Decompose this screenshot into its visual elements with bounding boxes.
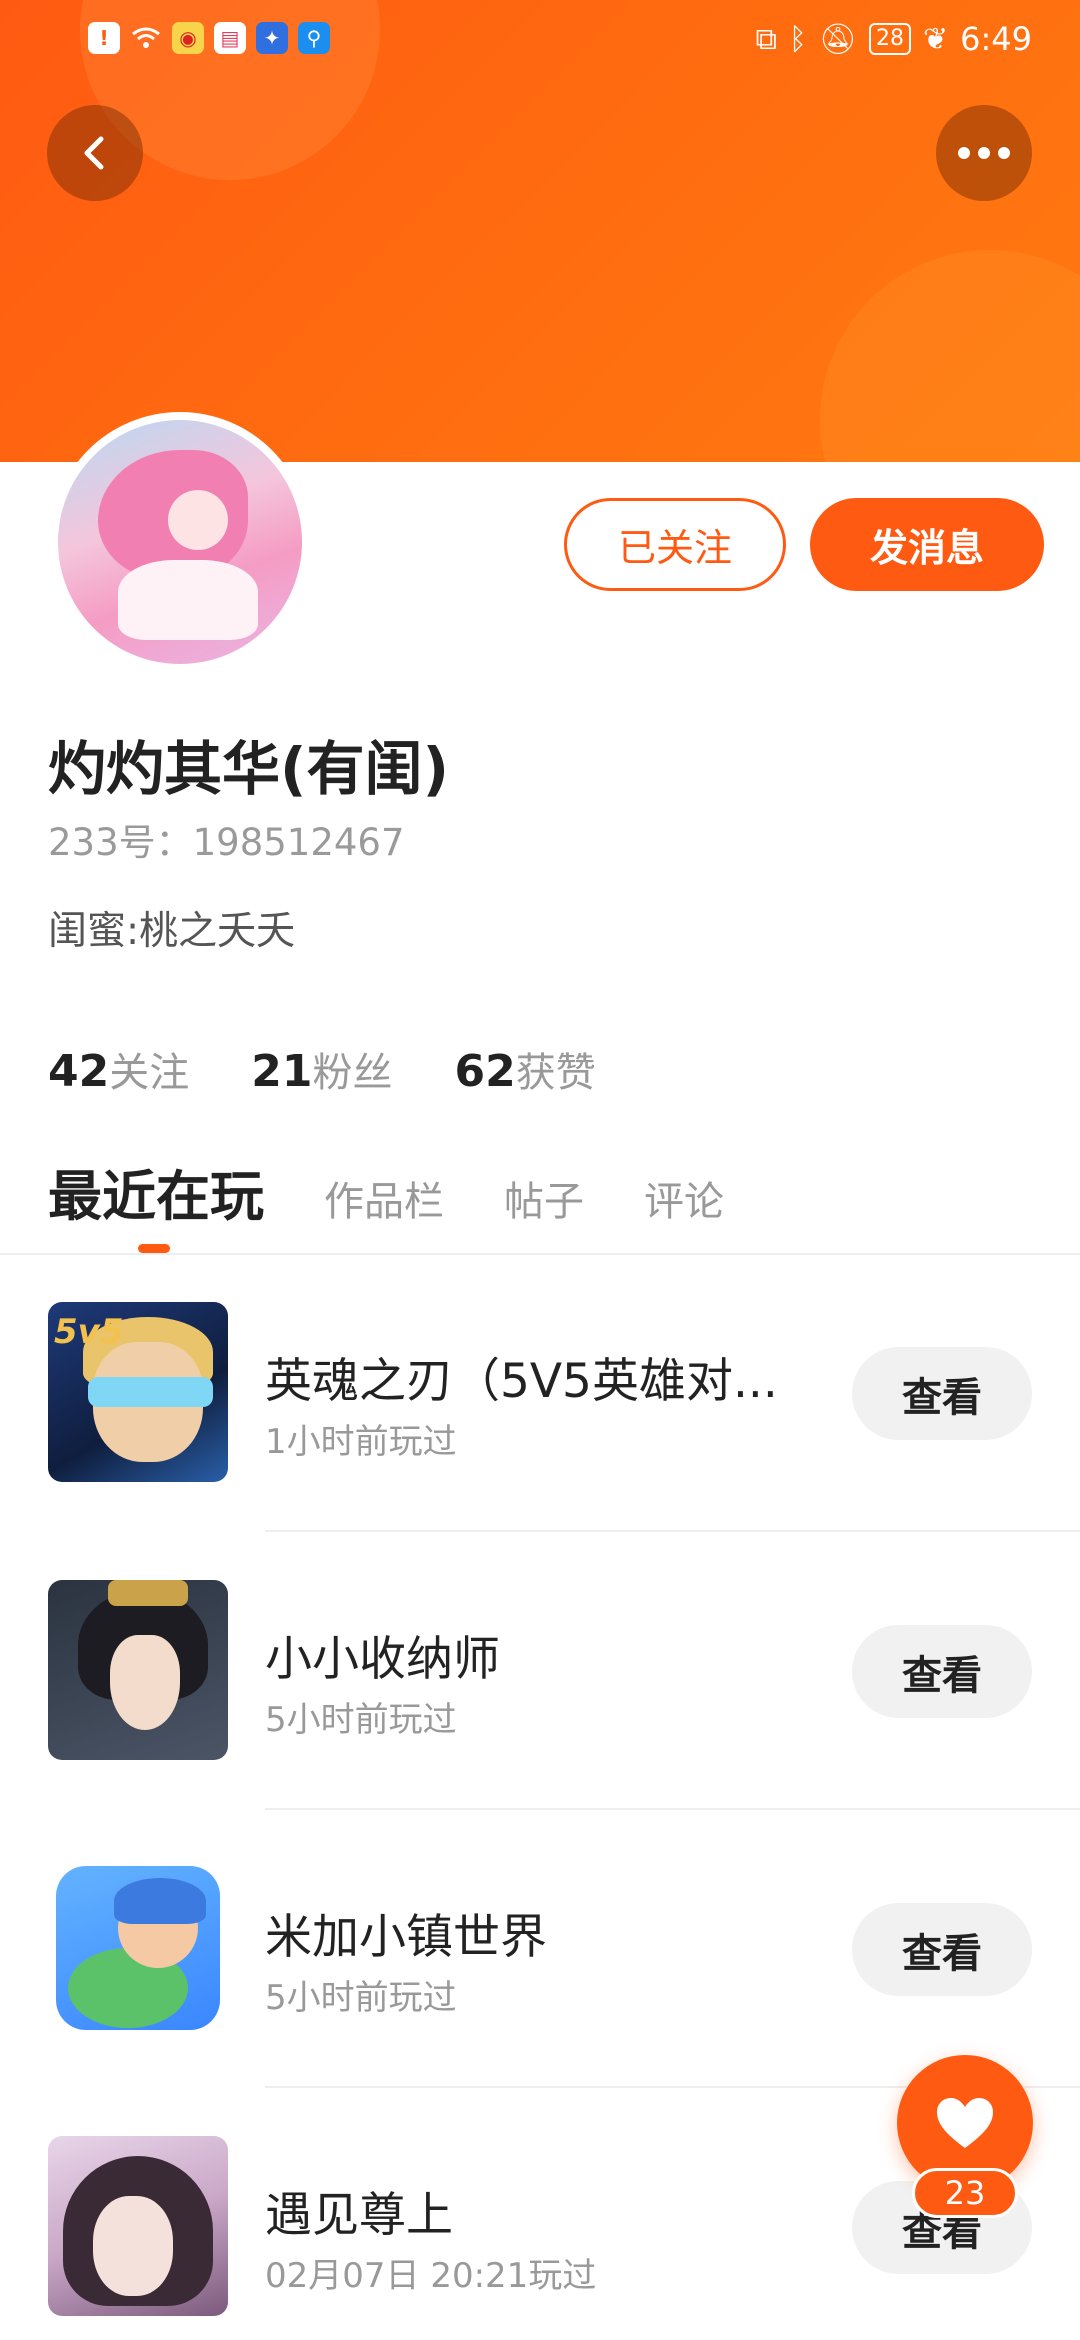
list-item[interactable]: 5v5 英魂之刃（5V5英雄对... 1小时前玩过 查看 <box>0 1302 1080 1582</box>
banner-decoration <box>820 250 1080 462</box>
game-played-time: 02月07日 20:21玩过 <box>265 2256 597 2296</box>
game-title: 遇见尊上 <box>265 2188 453 2243</box>
chevron-left-icon <box>84 136 104 170</box>
active-tab-indicator <box>138 1244 170 1253</box>
status-bar: ! ◉ ▤ ✦ ⚲ ⧉ ᛒ 🔕︎ 28 ❦ 6:49 <box>0 0 1080 84</box>
stat-label: 关注 <box>109 1050 190 1096</box>
alert-icon: ! <box>88 22 120 54</box>
user-id: 233号：198512467 <box>48 812 405 866</box>
stat-number: 62 <box>454 1046 516 1097</box>
view-button[interactable]: 查看 <box>852 1347 1032 1440</box>
game-played-time: 1小时前玩过 <box>265 1422 457 1462</box>
game-played-time: 5小时前玩过 <box>265 1700 457 1740</box>
stat-following[interactable]: 42关注 <box>48 1040 189 1098</box>
user-id-label: 233号： <box>48 821 193 864</box>
profile-tabs: 最近在玩 作品栏 帖子 评论 <box>48 1152 724 1231</box>
user-id-value: 198512467 <box>192 821 405 864</box>
book-icon: ▤ <box>214 22 246 54</box>
profile-stats: 42关注 21粉丝 62获赞 <box>48 1040 596 1098</box>
avatar-image <box>58 420 302 664</box>
stat-label: 获赞 <box>515 1050 596 1096</box>
view-button[interactable]: 查看 <box>852 1903 1032 1996</box>
game-icon-badge: 5v5 <box>54 1312 124 1352</box>
send-message-button[interactable]: 发消息 <box>810 498 1044 591</box>
more-button[interactable] <box>936 105 1032 201</box>
game-icon: 5v5 <box>48 1302 228 1482</box>
game-icon <box>48 1858 228 2038</box>
status-notification-icons: ! ◉ ▤ ✦ ⚲ <box>88 22 330 54</box>
game-icon <box>48 2136 228 2316</box>
leaf-icon: ❦ <box>923 21 949 57</box>
tab-works[interactable]: 作品栏 <box>324 1169 444 1227</box>
profile-page: ! ◉ ▤ ✦ ⚲ ⧉ ᛒ 🔕︎ 28 ❦ 6:49 已关注 发消息 灼灼其华(… <box>0 0 1080 2340</box>
stat-likes[interactable]: 62获赞 <box>454 1040 595 1098</box>
stat-number: 42 <box>48 1046 110 1097</box>
followed-button[interactable]: 已关注 <box>564 498 786 591</box>
stat-number: 21 <box>251 1046 313 1097</box>
bulb-icon: ✦ <box>256 22 288 54</box>
tab-comments[interactable]: 评论 <box>644 1169 724 1227</box>
clock: 6:49 <box>960 20 1032 58</box>
user-bio: 闺蜜:桃之夭夭 <box>48 909 296 954</box>
weibo-icon: ◉ <box>172 22 204 54</box>
game-icon <box>48 1580 228 1760</box>
tab-posts[interactable]: 帖子 <box>504 1169 584 1227</box>
divider <box>265 1530 1080 1532</box>
game-title: 米加小镇世界 <box>265 1910 547 1965</box>
list-item[interactable]: 小小收纳师 5小时前玩过 查看 <box>0 1580 1080 1860</box>
search-app-icon: ⚲ <box>298 22 330 54</box>
divider <box>265 1808 1080 1810</box>
heart-icon <box>937 2098 993 2148</box>
back-button[interactable] <box>47 105 143 201</box>
status-system-icons: ⧉ ᛒ 🔕︎ 28 ❦ 6:49 <box>755 20 1032 58</box>
cast-icon: ⧉ <box>755 21 777 57</box>
divider <box>0 1253 1080 1255</box>
game-title: 小小收纳师 <box>265 1632 500 1687</box>
like-count-badge: 23 <box>912 2168 1018 2218</box>
more-dots-icon <box>958 147 1010 159</box>
avatar[interactable] <box>50 412 310 672</box>
header-banner: ! ◉ ▤ ✦ ⚲ ⧉ ᛒ 🔕︎ 28 ❦ 6:49 <box>0 0 1080 462</box>
tab-recently-played[interactable]: 最近在玩 <box>48 1152 264 1231</box>
view-button[interactable]: 查看 <box>852 1625 1032 1718</box>
stat-followers[interactable]: 21粉丝 <box>251 1040 392 1098</box>
game-played-time: 5小时前玩过 <box>265 1978 457 2018</box>
battery-icon: 28 <box>869 23 911 55</box>
mute-bell-icon: 🔕︎ <box>818 21 857 57</box>
stat-label: 粉丝 <box>312 1050 393 1096</box>
game-title: 英魂之刃（5V5英雄对... <box>265 1354 778 1409</box>
username: 灼灼其华(有闺) <box>48 735 450 803</box>
bluetooth-icon: ᛒ <box>788 21 807 57</box>
wifi-icon <box>130 22 162 54</box>
